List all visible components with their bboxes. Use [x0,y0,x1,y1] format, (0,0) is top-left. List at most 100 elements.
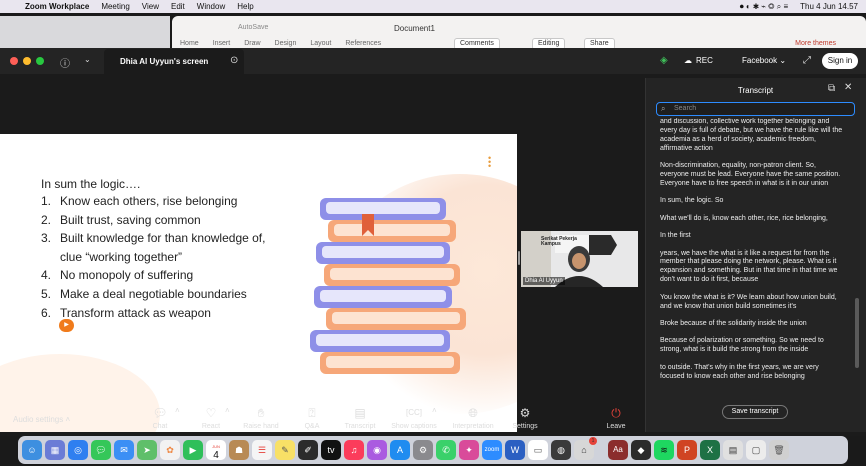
photos-icon[interactable]: ✿ [160,440,180,460]
word-tab-layout[interactable]: Layout [310,40,331,47]
notes-icon[interactable]: ✎ [275,440,295,460]
word-tab-references[interactable]: References [345,40,381,47]
close-icon[interactable]: ✕ [844,82,852,93]
word-more-themes[interactable]: More themes [795,40,836,47]
freeform-icon[interactable]: ✐ [298,440,318,460]
interpretation-button[interactable]: 🌐︎ Interpretation [445,406,501,430]
livestream-facebook-button[interactable]: Facebook ⌄ [742,56,786,65]
facetime-icon[interactable]: ▶ [183,440,203,460]
participant-video-tile[interactable]: Serikat Pekerja Kampus Dhia Al Uyyun [521,231,638,287]
more-options-icon[interactable]: ⊙ [230,55,238,66]
excel-icon[interactable]: X [700,440,720,460]
record-button[interactable]: ☁ REC [684,56,713,65]
app-icon-2[interactable]: ◍ [551,440,571,460]
transcript-paragraph: to outside. That's why in the first year… [660,363,819,380]
word-tab-draw[interactable]: Draw [244,40,260,47]
menu-view[interactable]: View [142,2,159,11]
downloads-icon[interactable]: ▤ [723,440,743,460]
raise-hand-label: Raise hand [243,423,279,430]
music-icon[interactable]: ♫ [344,440,364,460]
spotify-icon[interactable]: ≋ [654,440,674,460]
pop-out-icon[interactable]: ⧉ [828,83,835,94]
menu-help[interactable]: Help [237,2,253,11]
chevron-down-icon[interactable]: ⌄ [84,55,91,64]
chat-label: Chat [152,423,168,430]
slide-list-item: 4. No monopoly of suffering [41,268,194,283]
chat-chevron-up-icon[interactable]: ˄ [175,406,180,415]
transcript-scrollbar[interactable] [855,298,859,368]
clock[interactable]: Thu 4 Jun 14.57 [800,2,858,11]
apple-tv-icon[interactable]: tv [321,440,341,460]
app-store-icon[interactable]: A [390,440,410,460]
sign-in-button[interactable]: Sign in [822,53,858,69]
transcript-search-input[interactable]: ⌕ Search [656,102,855,116]
zoom-title-bar: ⓘ ⌄ Dhia Al Uyyun's screen ⊙ ◈ ☁ REC Fac… [0,48,866,74]
fullscreen-icon[interactable]: ⤢ [803,55,811,66]
word-tab-insert[interactable]: Insert [213,40,231,47]
maps-icon[interactable]: ➤ [137,440,157,460]
reminders-icon[interactable]: ☰ [252,440,272,460]
audio-settings-button[interactable]: Audio settings ˄ [13,415,70,424]
transcript-button[interactable]: ▤ Transcript [332,406,388,430]
safari-icon[interactable]: ◎ [68,440,88,460]
app-icon[interactable]: ✦ [459,440,479,460]
qa-label: Q&A [304,423,320,430]
transcript-paragraph: Broke because of the solidarity inside t… [660,320,807,327]
globe-icon: 🌐︎ [468,406,478,420]
contacts-icon[interactable]: ☗ [229,440,249,460]
zoom-app-icon[interactable]: zoom [482,440,502,460]
launchpad-icon[interactable]: ▦ [45,440,65,460]
autosave-label: AutoSave [238,24,269,31]
status-icons[interactable]: ⏺ ◐ ✱ ⌁ ◎ ⌕ ≡ [740,2,788,12]
slide-list: 1. Know each others, rise belonging 2. Bui… [41,192,265,322]
podcasts-icon[interactable]: ◉ [367,440,387,460]
word-window: AutoSave Document1 Home Insert Draw Desi… [172,16,866,50]
app-icon-3[interactable]: ⌂ 1 [574,437,597,460]
settings-button[interactable]: ⚙ Settings [497,406,553,430]
info-icon[interactable]: ⓘ [60,55,70,70]
word-icon[interactable]: W [505,440,525,460]
whatsapp-icon[interactable]: ✆ [436,440,456,460]
react-chevron-up-icon[interactable]: ˄ [225,406,230,415]
app-icon-5[interactable]: ▢ [746,440,766,460]
powerpoint-icon[interactable]: P [677,440,697,460]
menu-window[interactable]: Window [197,2,225,11]
preview-icon[interactable]: ▭ [528,440,548,460]
trash-icon[interactable]: 🗑︎ [769,440,789,460]
system-settings-icon[interactable]: ⚙ [413,440,433,460]
slide-list-item: 6. Transform attack as weapon [41,305,211,320]
mail-icon[interactable]: ✉ [114,440,134,460]
messages-icon[interactable]: 💬︎ [91,440,111,460]
show-captions-label: Show captions [391,423,437,430]
gear-icon: ⚙ [519,406,531,420]
shared-screen-tab[interactable]: Dhia Al Uyyun's screen [104,49,244,74]
react-button[interactable]: ♡ React [183,406,239,430]
transcript-label: Transcript [344,423,376,430]
zoom-window-button[interactable] [36,57,44,65]
leave-button[interactable]: ⏻ Leave [588,406,644,430]
menu-edit[interactable]: Edit [171,2,185,11]
dictionary-icon[interactable]: Aa [608,440,628,460]
captions-chevron-up-icon[interactable]: ˄ [432,406,437,415]
shield-icon[interactable]: ◈ [660,55,668,66]
transcript-paragraph: You know the what is it? We learn about … [660,293,837,310]
word-tab-design[interactable]: Design [275,40,297,47]
calendar-icon[interactable]: JUN 4 [206,440,226,461]
leave-label: Leave [606,423,626,430]
menu-meeting[interactable]: Meeting [101,2,129,11]
transcript-icon: ▤ [354,406,366,420]
app-icon-4[interactable]: ◆ [631,440,651,460]
raise-hand-button[interactable]: ✋︎ Raise hand [233,406,289,430]
save-transcript-button[interactable]: Save transcript [722,405,788,419]
mac-menu-bar: Zoom Workplace Meeting View Edit Window … [0,0,866,13]
play-icon[interactable]: ▶ [59,319,74,332]
resize-handle[interactable] [518,251,520,265]
word-tab-home[interactable]: Home [180,40,199,47]
finder-icon[interactable]: ☺ [22,440,42,460]
participant-name: Dhia Al Uyyun [523,277,565,285]
menu-app-name[interactable]: Zoom Workplace [25,2,89,11]
heart-icon: ♡ [205,406,217,420]
close-window-button[interactable] [10,57,18,65]
minimize-window-button[interactable] [23,57,31,65]
hand-icon: ✋︎ [257,406,265,420]
